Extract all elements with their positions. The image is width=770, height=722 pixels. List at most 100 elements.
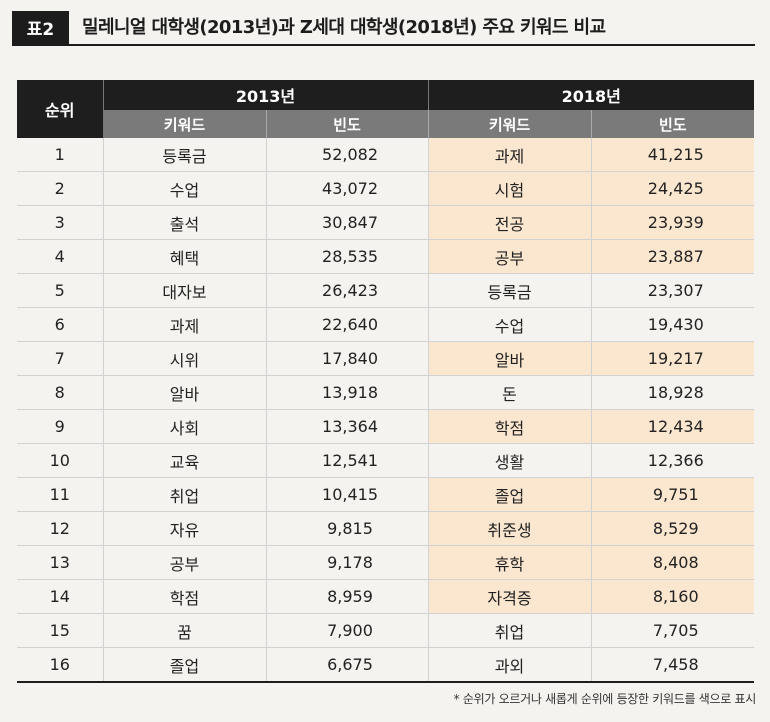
keyword-2013-cell: 자유 [103,511,267,546]
year-2018-header: 2018년 [428,80,755,110]
rank-cell: 2 [17,171,104,206]
keyword-2018-cell: 졸업 [428,477,592,512]
frequency-header-2013: 빈도 [266,110,429,138]
frequency-2013-cell: 52,082 [266,138,429,172]
keyword-2018-cell: 알바 [428,341,592,376]
rank-cell: 11 [17,477,104,512]
keyword-2013-cell: 시위 [103,341,267,376]
frequency-2013-cell: 9,178 [266,545,429,580]
keyword-2013-cell: 대자보 [103,273,267,308]
frequency-2018-cell: 23,307 [591,273,755,308]
frequency-2013-cell: 10,415 [266,477,429,512]
keyword-2018-cell: 취준생 [428,511,592,546]
frequency-2018-cell: 8,529 [591,511,755,546]
keyword-2018-cell: 공부 [428,239,592,274]
keyword-2018-cell: 휴학 [428,545,592,580]
frequency-2013-cell: 28,535 [266,239,429,274]
rank-cell: 12 [17,511,104,546]
rank-cell: 16 [17,647,104,683]
rank-cell: 15 [17,613,104,648]
frequency-2018-cell: 12,366 [591,443,755,478]
table-row: 8 알바 13,918 돈 18,928 [17,375,755,410]
title-divider [12,44,755,46]
page-title: 밀레니얼 대학생(2013년)과 Z세대 대학생(2018년) 주요 키워드 비… [82,17,606,38]
frequency-2013-cell: 26,423 [266,273,429,308]
frequency-2013-cell: 22,640 [266,307,429,342]
table-row: 10 교육 12,541 생활 12,366 [17,443,755,478]
keyword-2018-cell: 생활 [428,443,592,478]
keyword-2013-cell: 교육 [103,443,267,478]
table-row: 6 과제 22,640 수업 19,430 [17,307,755,342]
rank-cell: 1 [17,138,104,172]
rank-header: 순위 [17,80,104,138]
rank-cell: 9 [17,409,104,444]
keyword-2013-cell: 꿈 [103,613,267,648]
frequency-2018-cell: 23,939 [591,205,755,240]
keyword-2013-cell: 학점 [103,579,267,614]
frequency-2013-cell: 13,918 [266,375,429,410]
keyword-2013-cell: 사회 [103,409,267,444]
keyword-2018-cell: 수업 [428,307,592,342]
rank-cell: 6 [17,307,104,342]
keyword-2013-cell: 등록금 [103,138,267,172]
keyword-2018-cell: 과외 [428,647,592,683]
keyword-2018-cell: 자격증 [428,579,592,614]
table-row: 4 혜택 28,535 공부 23,887 [17,239,755,274]
keyword-2018-cell: 돈 [428,375,592,410]
frequency-2013-cell: 6,675 [266,647,429,683]
keyword-2013-cell: 취업 [103,477,267,512]
frequency-2018-cell: 19,217 [591,341,755,376]
keyword-2018-cell: 학점 [428,409,592,444]
frequency-2018-cell: 8,408 [591,545,755,580]
keyword-2013-cell: 혜택 [103,239,267,274]
keyword-header-2018: 키워드 [428,110,592,138]
keyword-comparison-table: 순위 2013년 2018년 키워드 빈도 키워드 빈도 1 등록금 52,082 과… [17,80,755,683]
keyword-2018-cell: 취업 [428,613,592,648]
rank-cell: 13 [17,545,104,580]
frequency-2018-cell: 24,425 [591,171,755,206]
table-row: 12 자유 9,815 취준생 8,529 [17,511,755,546]
frequency-header-2018: 빈도 [591,110,755,138]
table-row: 14 학점 8,959 자격증 8,160 [17,579,755,614]
rank-cell: 3 [17,205,104,240]
footnote: * 순위가 오르거나 새롭게 순위에 등장한 키워드를 색으로 표시 [453,692,757,706]
table-row: 1 등록금 52,082 과제 41,215 [17,138,755,172]
keyword-header-2013: 키워드 [103,110,267,138]
header: 표2 밀레니얼 대학생(2013년)과 Z세대 대학생(2018년) 주요 키워… [0,0,770,48]
keyword-2018-cell: 전공 [428,205,592,240]
frequency-2013-cell: 9,815 [266,511,429,546]
keyword-2013-cell: 출석 [103,205,267,240]
frequency-2013-cell: 43,072 [266,171,429,206]
frequency-2018-cell: 41,215 [591,138,755,172]
table-row: 13 공부 9,178 휴학 8,408 [17,545,755,580]
table-row: 7 시위 17,840 알바 19,217 [17,341,755,376]
table-row: 2 수업 43,072 시험 24,425 [17,171,755,206]
keyword-2013-cell: 과제 [103,307,267,342]
keyword-2013-cell: 공부 [103,545,267,580]
frequency-2018-cell: 12,434 [591,409,755,444]
keyword-2013-cell: 수업 [103,171,267,206]
frequency-2013-cell: 8,959 [266,579,429,614]
keyword-2018-cell: 시험 [428,171,592,206]
table-number-badge: 표2 [12,11,69,44]
frequency-2018-cell: 8,160 [591,579,755,614]
table-row: 9 사회 13,364 학점 12,434 [17,409,755,444]
frequency-2018-cell: 18,928 [591,375,755,410]
rank-cell: 5 [17,273,104,308]
rank-cell: 10 [17,443,104,478]
table-row: 3 출석 30,847 전공 23,939 [17,205,755,240]
frequency-2018-cell: 9,751 [591,477,755,512]
table-body: 1 등록금 52,082 과제 41,215 2 수업 43,072 시험 24,425 3 출석 30… [17,138,755,683]
year-2013-header: 2013년 [103,80,429,110]
frequency-2018-cell: 23,887 [591,239,755,274]
frequency-2013-cell: 7,900 [266,613,429,648]
table-row: 11 취업 10,415 졸업 9,751 [17,477,755,512]
frequency-2018-cell: 7,458 [591,647,755,683]
rank-cell: 8 [17,375,104,410]
rank-cell: 14 [17,579,104,614]
frequency-2013-cell: 12,541 [266,443,429,478]
keyword-2013-cell: 졸업 [103,647,267,683]
keyword-2013-cell: 알바 [103,375,267,410]
rank-cell: 4 [17,239,104,274]
frequency-2013-cell: 13,364 [266,409,429,444]
